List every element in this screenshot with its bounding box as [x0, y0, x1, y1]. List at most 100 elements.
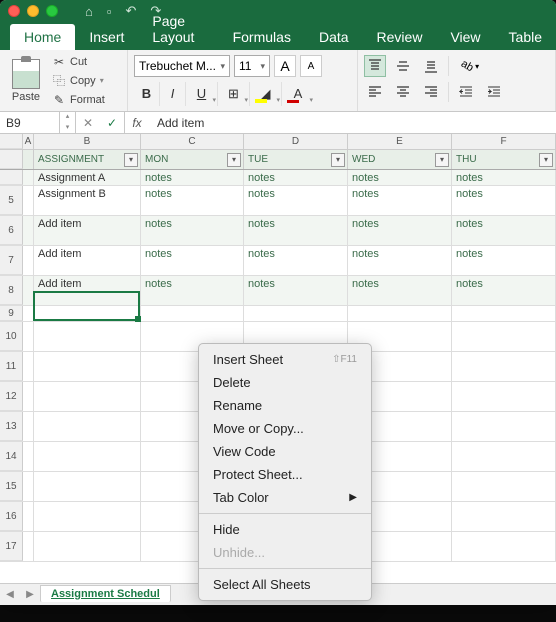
cell[interactable]	[244, 306, 348, 321]
col-header-f[interactable]: F	[452, 134, 556, 149]
row-header[interactable]: 15	[0, 472, 23, 501]
filter-button[interactable]: ▾	[227, 153, 241, 167]
save-icon[interactable]: ▫	[107, 4, 112, 19]
row-header[interactable]: 14	[0, 442, 23, 471]
underline-button[interactable]: U▾	[186, 82, 218, 106]
cell[interactable]	[23, 322, 34, 351]
cell[interactable]	[23, 306, 34, 321]
cell[interactable]	[34, 382, 141, 411]
menu-item-insert-sheet[interactable]: Insert Sheet⇧F11	[199, 348, 371, 371]
cell[interactable]: notes	[244, 216, 348, 245]
name-box[interactable]: B9	[0, 112, 60, 133]
tab-review[interactable]: Review	[363, 24, 437, 50]
increase-indent-button[interactable]	[483, 81, 505, 103]
cell[interactable]: notes	[141, 276, 244, 305]
tab-formulas[interactable]: Formulas	[219, 24, 305, 50]
table-header-thu[interactable]: THU▾	[452, 150, 556, 169]
bold-button[interactable]: B	[134, 82, 160, 106]
col-header-d[interactable]: D	[244, 134, 348, 149]
row-header[interactable]: 7	[0, 246, 23, 275]
cell[interactable]: notes	[348, 216, 452, 245]
cell[interactable]	[23, 170, 34, 185]
cell[interactable]: notes	[348, 186, 452, 215]
cell[interactable]	[34, 322, 141, 351]
cell[interactable]	[23, 216, 34, 245]
align-middle-button[interactable]	[392, 55, 414, 77]
row-header[interactable]: 17	[0, 532, 23, 561]
cell[interactable]	[23, 246, 34, 275]
cell[interactable]	[452, 472, 556, 501]
align-center-button[interactable]	[392, 81, 414, 103]
cell[interactable]	[34, 352, 141, 381]
font-name-select[interactable]: Trebuchet M...▾	[134, 55, 230, 77]
filter-button[interactable]: ▾	[539, 153, 553, 167]
tab-view[interactable]: View	[436, 24, 494, 50]
cell[interactable]: notes	[452, 170, 556, 185]
align-top-button[interactable]	[364, 55, 386, 77]
cell[interactable]	[452, 322, 556, 351]
cell[interactable]	[23, 276, 34, 305]
shrink-font-button[interactable]: A	[300, 55, 322, 77]
cell[interactable]: Add item	[34, 246, 141, 275]
cell[interactable]	[452, 442, 556, 471]
fill-color-button[interactable]: ◢▾	[250, 82, 282, 106]
cell[interactable]: notes	[452, 246, 556, 275]
zoom-button[interactable]	[46, 5, 58, 17]
align-bottom-button[interactable]	[420, 55, 442, 77]
cell[interactable]: notes	[348, 246, 452, 275]
row-header[interactable]: 11	[0, 352, 23, 381]
italic-button[interactable]: I	[160, 82, 186, 106]
menu-item-protect-sheet-[interactable]: Protect Sheet...	[199, 463, 371, 486]
cell[interactable]: Assignment B	[34, 186, 141, 215]
table-header-tue[interactable]: TUE▾	[244, 150, 348, 169]
cell[interactable]	[452, 352, 556, 381]
menu-item-view-code[interactable]: View Code	[199, 440, 371, 463]
cell[interactable]	[23, 412, 34, 441]
table-header-a[interactable]	[23, 150, 34, 169]
table-header-wed[interactable]: WED▾	[348, 150, 452, 169]
tab-table[interactable]: Table	[495, 24, 556, 50]
cell[interactable]: notes	[244, 276, 348, 305]
border-button[interactable]: ⊞▾	[218, 82, 250, 106]
align-right-button[interactable]	[420, 81, 442, 103]
cell[interactable]	[23, 472, 34, 501]
cell[interactable]	[23, 442, 34, 471]
row-header[interactable]: 9	[0, 306, 23, 321]
cell[interactable]	[34, 442, 141, 471]
menu-item-delete[interactable]: Delete	[199, 371, 371, 394]
paste-button[interactable]: Paste	[4, 53, 48, 108]
col-header-a[interactable]: A	[23, 134, 34, 149]
select-all-corner[interactable]	[0, 134, 23, 149]
cell[interactable]: notes	[141, 216, 244, 245]
cell[interactable]	[23, 532, 34, 561]
format-painter-button[interactable]: ✎Format	[52, 91, 105, 108]
row-header[interactable]: 13	[0, 412, 23, 441]
row-header[interactable]: 5	[0, 186, 23, 215]
minimize-button[interactable]	[27, 5, 39, 17]
col-header-c[interactable]: C	[141, 134, 244, 149]
grow-font-button[interactable]: A	[274, 55, 296, 77]
cell[interactable]	[452, 306, 556, 321]
cell[interactable]: Add item	[34, 276, 141, 305]
row-header[interactable]: 16	[0, 502, 23, 531]
cell[interactable]: notes	[452, 216, 556, 245]
sheet-tab[interactable]: Assignment Schedul	[40, 585, 171, 602]
cell[interactable]: notes	[141, 186, 244, 215]
row-header[interactable]	[0, 170, 23, 185]
filter-button[interactable]: ▾	[435, 153, 449, 167]
fx-label[interactable]: fx	[125, 116, 149, 130]
cell[interactable]	[23, 502, 34, 531]
tab-insert[interactable]: Insert	[75, 24, 138, 50]
cell[interactable]	[23, 186, 34, 215]
cell[interactable]	[23, 382, 34, 411]
decrease-indent-button[interactable]	[455, 81, 477, 103]
cell[interactable]: notes	[452, 186, 556, 215]
formula-input[interactable]: Add item	[149, 116, 556, 130]
home-icon[interactable]: ⌂	[85, 4, 93, 19]
menu-item-rename[interactable]: Rename	[199, 394, 371, 417]
col-header-e[interactable]: E	[348, 134, 452, 149]
cancel-formula-button[interactable]: ✕	[76, 112, 100, 133]
cell[interactable]: Add item	[34, 216, 141, 245]
orientation-button[interactable]: ab▾	[455, 55, 485, 77]
accept-formula-button[interactable]: ✓	[100, 112, 124, 133]
